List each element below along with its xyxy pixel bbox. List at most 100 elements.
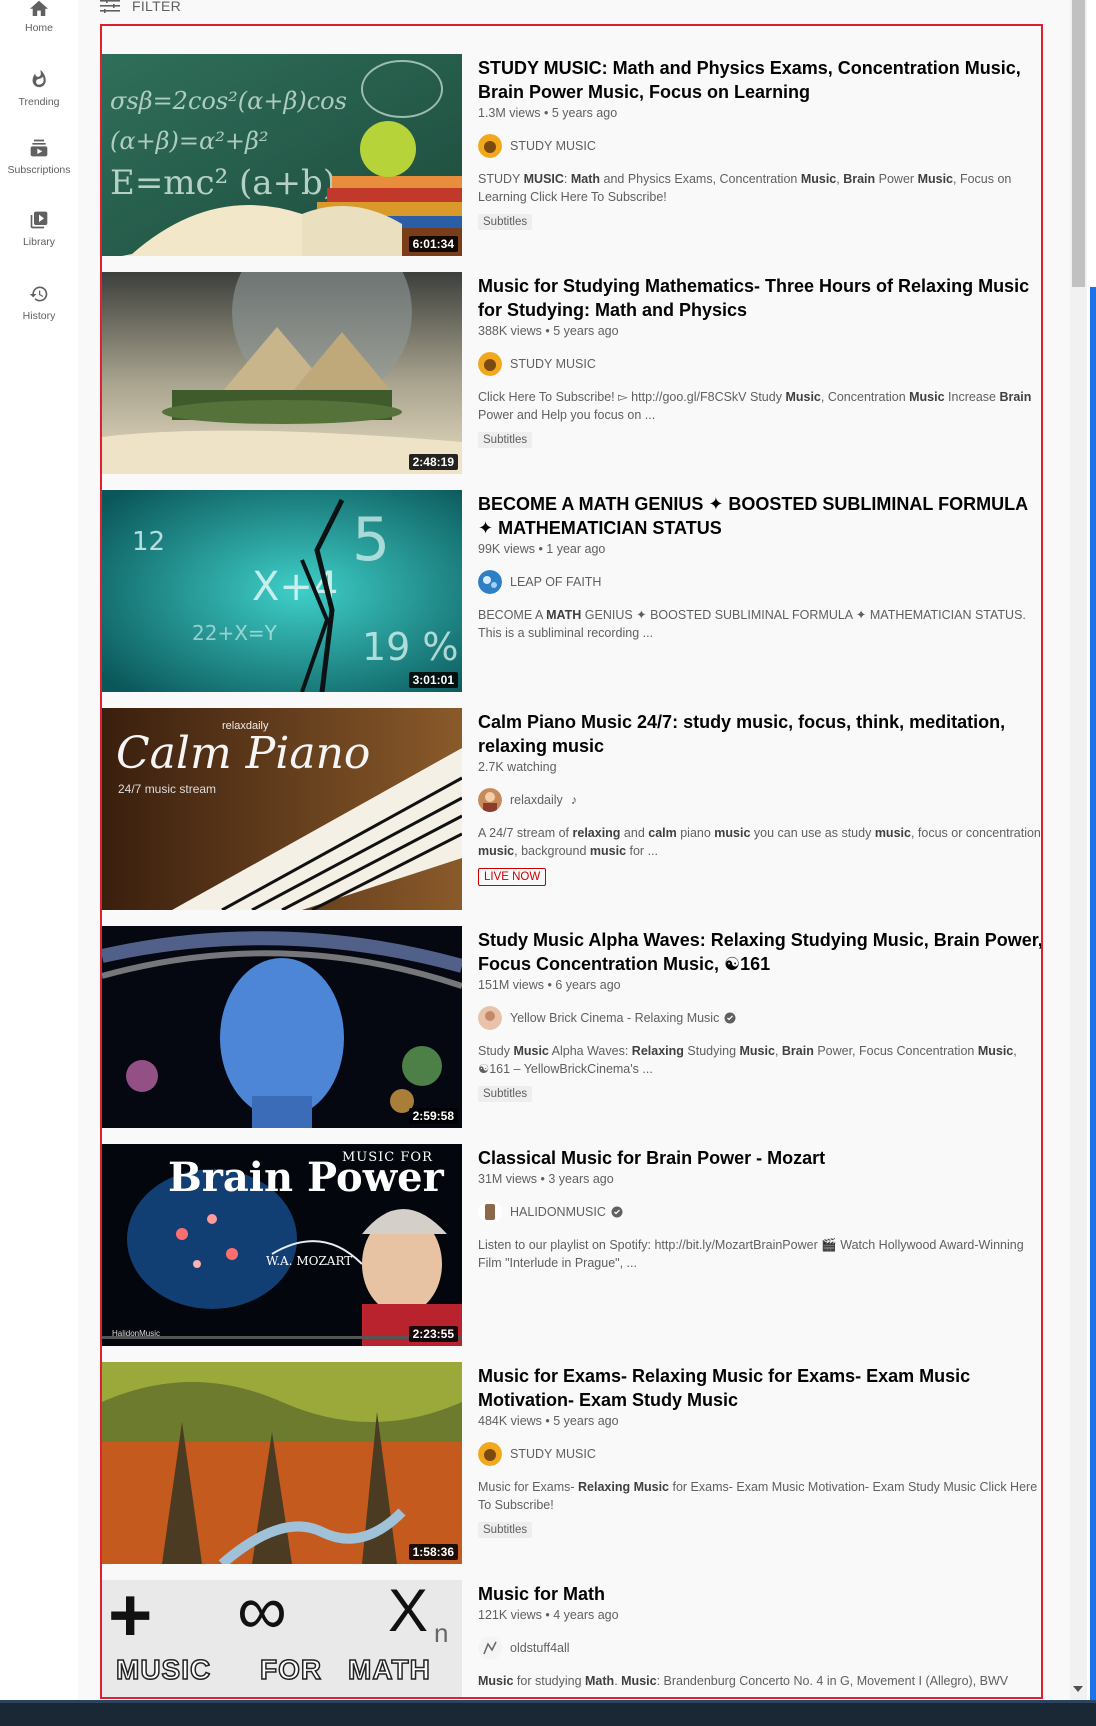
verified-icon [611, 1206, 623, 1218]
video-thumbnail[interactable]: 12 X+4 5 19 % 22+X=Y 3:01:01 [102, 490, 462, 692]
video-description: Click Here To Subscribe! ▻ http://goo.gl… [478, 390, 1032, 422]
sidebar-item-label: Home [24, 22, 53, 34]
home-icon [30, 0, 48, 16]
svg-text:19 %: 19 % [362, 625, 459, 669]
thumbnail-sub-text: 24/7 music stream [118, 782, 217, 796]
avatar [478, 1200, 502, 1224]
thumbnail-title-text: Calm Piano [116, 728, 371, 779]
avatar [478, 352, 502, 376]
channel-link[interactable]: LEAP OF FAITH [478, 570, 1041, 594]
flame-icon [32, 69, 46, 88]
avatar [478, 1006, 502, 1030]
avatar [478, 1636, 502, 1660]
video-meta: 2.7K watching [478, 760, 557, 774]
video-meta: 121K views • 4 years ago [478, 1608, 619, 1622]
video-title[interactable]: Classical Music for Brain Power - Mozart [478, 1146, 1041, 1170]
filter-label: FILTER [132, 0, 181, 14]
taskbar [0, 1700, 1096, 1726]
channel-link[interactable]: Yellow Brick Cinema - Relaxing Music [478, 1006, 1041, 1030]
live-now-badge: LIVE NOW [478, 868, 547, 886]
video-thumbnail[interactable]: relaxdaily Calm Piano 24/7 music stream [102, 708, 462, 910]
video-title[interactable]: Study Music Alpha Waves: Relaxing Studyi… [478, 928, 1041, 976]
sidebar-item-trending[interactable]: Trending [0, 68, 78, 108]
video-title[interactable]: Music for Exams- Relaxing Music for Exam… [478, 1364, 1041, 1412]
video-result[interactable]: 2:48:19 Music for Studying Mathematics- … [102, 272, 1041, 476]
history-icon [29, 286, 48, 302]
thumbnail-word-math: MATH [347, 1653, 431, 1686]
channel-name: HALIDONMUSIC [510, 1205, 606, 1219]
avatar [478, 1442, 502, 1466]
video-description: Study Music Alpha Waves: Relaxing Studyi… [478, 1044, 1017, 1076]
subtitles-badge: Subtitles [478, 1086, 533, 1102]
sidebar-item-subscriptions[interactable]: Subscriptions [0, 138, 78, 176]
video-description: Music for Exams- Relaxing Music for Exam… [478, 1480, 1038, 1512]
channel-name: Yellow Brick Cinema - Relaxing Music [510, 1011, 720, 1025]
video-thumbnail[interactable]: MUSIC FOR Brain Power W.A. MOZART Halido… [102, 1144, 462, 1346]
filter-icon [100, 0, 120, 13]
thumbnail-sub-text: W.A. MOZART [266, 1254, 353, 1268]
video-thumbnail[interactable]: 1:58:36 [102, 1362, 462, 1564]
video-result[interactable]: 1:58:36 Music for Exams- Relaxing Music … [102, 1362, 1041, 1566]
channel-link[interactable]: relaxdaily ♪ [478, 788, 1041, 812]
thumbnail-title-text: Brain Power [168, 1154, 444, 1201]
music-note-icon: ♪ [570, 793, 578, 807]
video-duration: 2:48:19 [408, 454, 458, 470]
video-result[interactable]: 2:59:58 Study Music Alpha Waves: Relaxin… [102, 926, 1041, 1130]
video-result[interactable]: σsβ=2cos²(α+β)cos (α+β)=α²+β² E=mc² (a+b… [102, 54, 1041, 258]
video-title[interactable]: BECOME A MATH GENIUS ✦ BOOSTED SUBLIMINA… [478, 492, 1041, 540]
video-result[interactable]: relaxdaily Calm Piano 24/7 music stream … [102, 708, 1041, 912]
video-meta: 151M views • 6 years ago [478, 978, 621, 992]
thumbnail-infinity-text: ∞ [237, 1580, 287, 1649]
subtitles-badge: Subtitles [478, 432, 533, 448]
filter-button[interactable]: FILTER [100, 0, 181, 16]
channel-name: STUDY MUSIC [510, 357, 596, 371]
channel-link[interactable]: STUDY MUSIC [478, 352, 1041, 376]
video-thumbnail[interactable]: 2:48:19 [102, 272, 462, 474]
video-thumbnail[interactable]: 2:59:58 [102, 926, 462, 1128]
video-thumbnail[interactable]: σsβ=2cos²(α+β)cos (α+β)=α²+β² E=mc² (a+b… [102, 54, 462, 256]
verified-icon [724, 1012, 736, 1024]
video-result[interactable]: + ∞ X n MUSIC FOR MATH Music for Math 12… [102, 1580, 1041, 1697]
video-thumbnail[interactable]: + ∞ X n MUSIC FOR MATH [102, 1580, 462, 1697]
video-duration: 2:23:55 [408, 1326, 458, 1342]
svg-text:5: 5 [352, 505, 390, 575]
channel-name: oldstuff4all [510, 1641, 570, 1655]
thumbnail-plus-text: + [108, 1580, 153, 1658]
thumbnail-x-text: X [388, 1580, 429, 1644]
svg-text:12: 12 [132, 527, 165, 557]
sidebar-item-label: Subscriptions [7, 164, 71, 176]
video-duration: 6:01:34 [408, 236, 458, 252]
video-meta: 99K views • 1 year ago [478, 542, 606, 556]
video-meta: 388K views • 5 years ago [478, 324, 619, 338]
thumbnail-word-for: FOR [259, 1653, 323, 1686]
video-duration: 1:58:36 [408, 1544, 458, 1560]
video-title[interactable]: Calm Piano Music 24/7: study music, focu… [478, 710, 1041, 758]
video-duration: 2:59:58 [408, 1108, 458, 1124]
sidebar-item-library[interactable]: Library [0, 210, 78, 248]
channel-name: relaxdaily [510, 793, 563, 807]
guide-sidebar: Home Trending Subscriptions Library Hist… [0, 0, 78, 1700]
svg-text:σsβ=2cos²(α+β)cos: σsβ=2cos²(α+β)cos [110, 87, 347, 115]
video-title[interactable]: Music for Studying Mathematics- Three Ho… [478, 274, 1041, 322]
video-result[interactable]: 12 X+4 5 19 % 22+X=Y 3:01:01 BECOME A MA… [102, 490, 1041, 694]
scrollbar-thumb[interactable] [1072, 0, 1085, 287]
search-results-list: σsβ=2cos²(α+β)cos (α+β)=α²+β² E=mc² (a+b… [100, 24, 1043, 1699]
scroll-down-arrow-icon[interactable] [1073, 1686, 1083, 1692]
video-result[interactable]: MUSIC FOR Brain Power W.A. MOZART Halido… [102, 1144, 1041, 1348]
channel-name: STUDY MUSIC [510, 139, 596, 153]
sidebar-item-label: Trending [18, 96, 60, 108]
subscriptions-icon [30, 139, 48, 157]
video-title[interactable]: Music for Math [478, 1582, 1041, 1606]
sidebar-item-history[interactable]: History [0, 284, 78, 322]
channel-link[interactable]: STUDY MUSIC [478, 134, 1041, 158]
video-description: Music for studying Math. Music: Brandenb… [478, 1674, 1009, 1688]
video-title[interactable]: STUDY MUSIC: Math and Physics Exams, Con… [478, 56, 1041, 104]
channel-link[interactable]: HALIDONMUSIC [478, 1200, 1041, 1224]
video-description: BECOME A MATH GENIUS ✦ BOOSTED SUBLIMINA… [478, 608, 1026, 640]
sidebar-item-label: Library [22, 236, 56, 248]
channel-name: LEAP OF FAITH [510, 575, 602, 589]
video-meta: 1.3M views • 5 years ago [478, 106, 618, 120]
channel-link[interactable]: STUDY MUSIC [478, 1442, 1041, 1466]
sidebar-item-home[interactable]: Home [0, 0, 78, 34]
channel-link[interactable]: oldstuff4all [478, 1636, 1041, 1660]
